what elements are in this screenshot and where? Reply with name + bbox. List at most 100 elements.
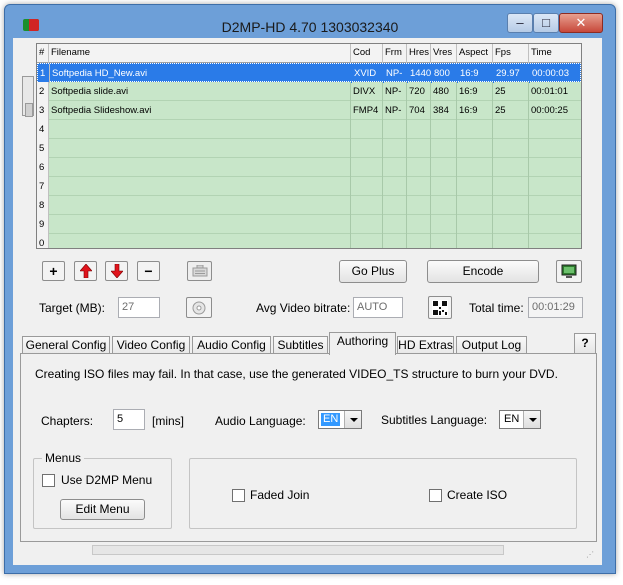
row-hres <box>407 196 431 215</box>
row-fps: 25 <box>493 82 529 101</box>
row-hres: 720 <box>407 82 431 101</box>
chevron-down-icon[interactable] <box>344 411 361 428</box>
row-time <box>529 158 579 177</box>
chevron-down-icon[interactable] <box>523 411 540 428</box>
column-header-time[interactable]: Time <box>529 44 579 63</box>
column-header-hres[interactable]: Hres <box>407 44 431 63</box>
chapters-unit-label: [mins] <box>152 414 185 428</box>
row-codec <box>351 177 383 196</box>
minimize-button[interactable]: – <box>507 13 533 33</box>
table-row[interactable]: 1 Softpedia HD_New.avi XVID NP- 1440 800… <box>37 63 581 83</box>
row-vres <box>431 120 457 139</box>
row-codec <box>351 120 383 139</box>
file-grid: # Filename Cod Frm Hres Vres Aspect Fps … <box>36 43 582 249</box>
row-number: 3 <box>37 101 49 120</box>
row-filename <box>49 234 351 248</box>
row-hres <box>407 177 431 196</box>
create-iso-checkbox[interactable] <box>429 489 442 502</box>
table-row[interactable]: 5 <box>37 139 581 158</box>
column-header-aspect[interactable]: Aspect <box>457 44 493 63</box>
audio-language-select[interactable]: EN <box>318 410 362 429</box>
move-down-button[interactable] <box>105 261 128 281</box>
bitrate-field[interactable]: AUTO <box>353 297 403 318</box>
create-iso-label: Create ISO <box>447 488 508 502</box>
column-header-vres[interactable]: Vres <box>431 44 457 63</box>
close-button[interactable]: ✕ <box>559 13 603 33</box>
chapters-label: Chapters: <box>41 414 94 428</box>
iso-notice-text: Creating ISO files may fail. In that cas… <box>35 367 558 381</box>
row-aspect <box>457 139 493 158</box>
add-file-button[interactable]: + <box>42 261 65 281</box>
row-codec <box>351 215 383 234</box>
audio-language-label: Audio Language: <box>215 414 306 428</box>
row-filename <box>49 139 351 158</box>
row-vres <box>431 177 457 196</box>
grid-side-splitter[interactable] <box>22 76 34 117</box>
row-number: 1 <box>38 64 50 83</box>
row-aspect <box>457 196 493 215</box>
bottom-scrollbar[interactable] <box>92 545 504 555</box>
chapters-field[interactable]: 5 <box>113 409 145 430</box>
row-frame <box>383 234 407 248</box>
batch-button[interactable] <box>187 261 212 281</box>
table-row[interactable]: 2 Softpedia slide.avi DIVX NP- 720 480 1… <box>37 82 581 101</box>
maximize-button[interactable]: □ <box>533 13 559 33</box>
faded-join-label: Faded Join <box>250 488 310 502</box>
table-row[interactable]: 9 <box>37 215 581 234</box>
table-row[interactable]: 7 <box>37 177 581 196</box>
table-row[interactable]: 8 <box>37 196 581 215</box>
table-row[interactable]: 6 <box>37 158 581 177</box>
row-fps: 29.97 <box>494 64 530 83</box>
grid-header: # Filename Cod Frm Hres Vres Aspect Fps … <box>37 44 581 63</box>
subtitles-language-select[interactable]: EN <box>499 410 541 429</box>
monitor-icon <box>561 264 577 278</box>
row-aspect <box>457 234 493 248</box>
column-header-number[interactable]: # <box>37 44 49 63</box>
qr-code-icon <box>432 299 448 316</box>
row-vres: 800 <box>432 64 458 83</box>
use-d2mp-menu-label: Use D2MP Menu <box>61 473 153 487</box>
move-up-button[interactable] <box>74 261 97 281</box>
row-aspect: 16:9 <box>457 101 493 120</box>
go-plus-button[interactable]: Go Plus <box>339 260 407 283</box>
encode-button[interactable]: Encode <box>427 260 539 283</box>
column-header-codec[interactable]: Cod <box>351 44 383 63</box>
disc-button[interactable] <box>186 297 212 318</box>
row-fps <box>493 139 529 158</box>
row-number: 4 <box>37 120 49 139</box>
row-frame: NP- <box>383 82 407 101</box>
table-row[interactable]: 3 Softpedia Slideshow.avi FMP4 NP- 704 3… <box>37 101 581 120</box>
row-vres: 384 <box>431 101 457 120</box>
row-hres <box>407 139 431 158</box>
row-fps <box>493 234 529 248</box>
keyboard-icon <box>192 265 207 277</box>
remove-file-button[interactable]: − <box>137 261 160 281</box>
target-label: Target (MB): <box>39 301 106 315</box>
column-header-fps[interactable]: Fps <box>493 44 529 63</box>
row-number: 9 <box>37 215 49 234</box>
column-header-filename[interactable]: Filename <box>49 44 351 63</box>
row-fps <box>493 158 529 177</box>
edit-menu-button[interactable]: Edit Menu <box>60 499 145 520</box>
use-d2mp-menu-checkbox[interactable] <box>42 474 55 487</box>
table-row[interactable]: 4 <box>37 120 581 139</box>
resize-grip-icon[interactable]: ⋰ <box>586 551 598 564</box>
preview-button[interactable] <box>556 260 582 283</box>
target-size-field[interactable]: 27 <box>118 297 160 318</box>
faded-join-checkbox[interactable] <box>232 489 245 502</box>
row-time: 00:00:03 <box>532 68 569 79</box>
bitrate-label: Avg Video bitrate: <box>256 301 351 315</box>
row-filename <box>49 177 351 196</box>
row-fps <box>493 177 529 196</box>
help-button[interactable]: ? <box>574 333 596 354</box>
column-header-frame[interactable]: Frm <box>383 44 407 63</box>
tab-authoring[interactable]: Authoring <box>329 332 396 355</box>
table-row[interactable]: 0 <box>37 234 581 248</box>
row-codec: XVID <box>352 64 384 83</box>
row-codec: FMP4 <box>351 101 383 120</box>
row-aspect <box>457 215 493 234</box>
row-frame: NP- <box>383 101 407 120</box>
row-filename <box>49 158 351 177</box>
calculator-button[interactable] <box>428 296 452 319</box>
row-vres <box>431 234 457 248</box>
